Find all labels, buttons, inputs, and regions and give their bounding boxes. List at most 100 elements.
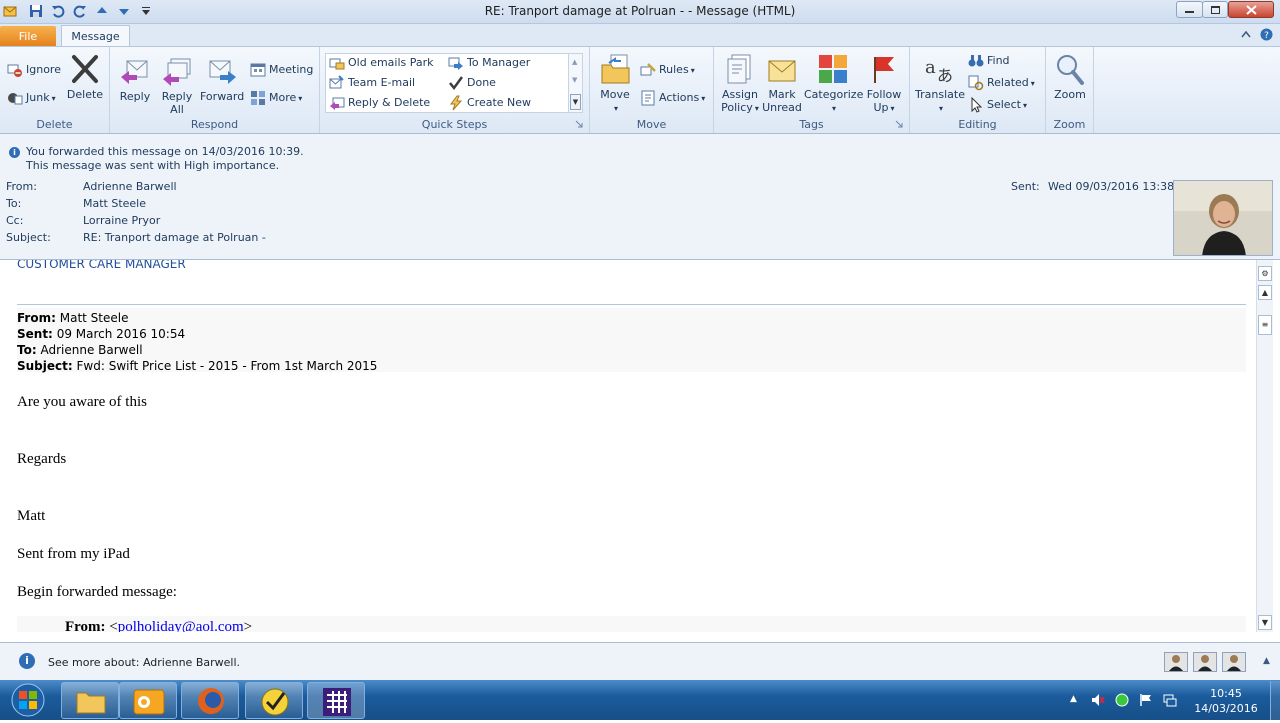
quick-step-old-emails-park[interactable]: Old emails Park: [329, 54, 434, 72]
inner-from-line: From: <polholiday@aol.com>: [65, 619, 252, 632]
categorize-button[interactable]: Categorize ▾: [804, 53, 863, 115]
taskbar-firefox[interactable]: [181, 682, 239, 719]
vertical-scrollbar[interactable]: ⚙ ▲ ≡ ▼: [1256, 260, 1273, 632]
taskbar-checklist-app[interactable]: [245, 682, 303, 719]
delete-group: Ignore Junk ▾ Delete Delete: [0, 47, 110, 133]
scroll-up-arrow-icon[interactable]: ▲: [1258, 285, 1272, 300]
follow-up-flag-icon: [874, 57, 894, 83]
restore-button[interactable]: [1202, 1, 1228, 18]
move-button[interactable]: Move ▾: [596, 53, 634, 115]
inner-from-email-link[interactable]: polholiday@aol.com: [118, 619, 244, 632]
assign-policy-button[interactable]: Assign Policy ▾: [718, 53, 762, 115]
people-info-icon[interactable]: i: [19, 653, 35, 669]
network-icon[interactable]: [1163, 693, 1177, 707]
envelope-folder-icon: [329, 58, 345, 70]
info-icon[interactable]: i: [9, 147, 20, 158]
gallery-expand-icon[interactable]: ▼: [570, 94, 581, 110]
clock-time: 10:45: [1210, 687, 1242, 700]
follow-up-dropdown-icon: ▾: [890, 104, 895, 113]
find-button[interactable]: Find: [968, 52, 1010, 70]
reply-all-button[interactable]: Reply All: [159, 55, 195, 116]
separator-line: [17, 304, 1246, 305]
quick-steps-launcher-icon[interactable]: [575, 120, 583, 128]
system-clock[interactable]: 10:45 14/03/2016: [1186, 686, 1266, 716]
mark-unread-button[interactable]: Mark Unread: [762, 53, 802, 114]
see-more-about[interactable]: See more about: Adrienne Barwell.: [48, 656, 240, 669]
reply-label: Reply: [119, 90, 151, 103]
scroll-up-icon[interactable]: ▲: [572, 58, 577, 66]
taskbar-explorer[interactable]: [61, 682, 119, 719]
clock-date: 14/03/2016: [1194, 702, 1258, 715]
ignore-label: Ignore: [26, 63, 61, 76]
collapse-ribbon-icon[interactable]: [1241, 30, 1251, 38]
from-value[interactable]: Adrienne Barwell: [83, 180, 177, 193]
contact-thumbnail[interactable]: [1222, 652, 1246, 672]
tab-file[interactable]: File: [0, 26, 56, 47]
contact-thumbnail[interactable]: [1164, 652, 1188, 672]
ignore-button[interactable]: Ignore: [7, 61, 61, 79]
zoom-label: Zoom: [1054, 88, 1086, 101]
team-email-icon: [329, 75, 344, 89]
tab-message[interactable]: Message: [61, 25, 130, 48]
categorize-dropdown-icon: ▾: [831, 104, 836, 113]
tags-launcher-icon[interactable]: [895, 120, 903, 128]
scroll-down-arrow-icon[interactable]: ▼: [1258, 615, 1272, 630]
translate-dropdown-icon: ▾: [938, 104, 943, 113]
delete-button[interactable]: Delete: [66, 53, 104, 101]
status-green-icon[interactable]: [1115, 693, 1129, 707]
quick-step-create-new[interactable]: Create New: [448, 94, 531, 112]
scroll-thumb[interactable]: ≡: [1258, 315, 1272, 335]
cc-value[interactable]: Lorraine Pryor: [83, 214, 160, 227]
select-cursor-icon: [971, 97, 983, 113]
actions-button[interactable]: Actions ▾: [640, 89, 705, 107]
follow-up-button[interactable]: Follow Up ▾: [864, 53, 904, 115]
related-label: Related: [987, 76, 1029, 89]
related-button[interactable]: Related ▾: [968, 74, 1035, 92]
svg-text:あ: あ: [937, 66, 953, 85]
quick-steps-scroll[interactable]: ▲ ▼ ▼: [568, 54, 582, 112]
minimize-button[interactable]: [1176, 1, 1203, 18]
checkmark-app-icon: [261, 688, 289, 716]
help-icon[interactable]: ?: [1260, 28, 1273, 41]
junk-button[interactable]: Junk ▾: [7, 89, 56, 107]
taskbar-grid-app[interactable]: [307, 682, 365, 719]
rules-dropdown-icon: ▾: [690, 66, 695, 75]
scroll-down-icon[interactable]: ▼: [572, 76, 577, 84]
quick-step-team-email[interactable]: Team E-mail: [329, 74, 415, 92]
meeting-button[interactable]: Meeting: [250, 61, 313, 79]
sent-value: Wed 09/03/2016 13:38: [1048, 180, 1175, 193]
scroll-config-icon[interactable]: ⚙: [1258, 266, 1272, 281]
quick-step-label: Done: [467, 76, 496, 89]
reply-button[interactable]: Reply: [118, 55, 152, 103]
select-button[interactable]: Select ▾: [968, 96, 1027, 114]
quick-step-label: Reply & Delete: [348, 96, 431, 109]
forward-button[interactable]: Forward: [200, 55, 244, 103]
quick-step-reply-delete[interactable]: Reply & Delete: [329, 94, 430, 112]
editing-group: aあ Translate ▾ Find Related ▾ Select ▾ Edit…: [910, 47, 1046, 133]
taskbar-outlook[interactable]: [119, 682, 177, 719]
translate-button[interactable]: aあ Translate ▾: [914, 53, 966, 115]
forward-icon: [209, 60, 236, 84]
more-icon: [251, 91, 265, 105]
windows-start-icon[interactable]: [2, 682, 54, 718]
fwd-subject-line: Subject: Fwd: Swift Price List - 2015 - …: [17, 359, 377, 373]
zoom-button[interactable]: Zoom: [1050, 53, 1090, 101]
more-button[interactable]: More ▾: [250, 89, 302, 107]
lightning-icon: [450, 95, 463, 111]
volume-muted-icon[interactable]: [1091, 693, 1105, 707]
fwd-sent-value: 09 March 2016 10:54: [56, 327, 186, 341]
action-center-flag-icon[interactable]: [1139, 693, 1153, 707]
rules-button[interactable]: Rules ▾: [640, 61, 695, 79]
contact-thumbnail[interactable]: [1193, 652, 1217, 672]
to-value[interactable]: Matt Steele: [83, 197, 146, 210]
close-button[interactable]: [1228, 1, 1274, 18]
editing-group-label: Editing: [958, 118, 997, 131]
show-hidden-icons-icon[interactable]: ▲: [1070, 694, 1077, 704]
ribbon: Ignore Junk ▾ Delete Delete Reply Reply A…: [0, 46, 1280, 134]
show-desktop-button[interactable]: [1270, 681, 1280, 720]
sender-photo[interactable]: [1173, 180, 1273, 256]
checkmark-icon: [449, 76, 464, 91]
expand-people-pane-icon[interactable]: ▲: [1263, 656, 1270, 666]
quick-step-to-manager[interactable]: To Manager: [448, 54, 530, 72]
quick-step-done[interactable]: Done: [448, 74, 496, 92]
